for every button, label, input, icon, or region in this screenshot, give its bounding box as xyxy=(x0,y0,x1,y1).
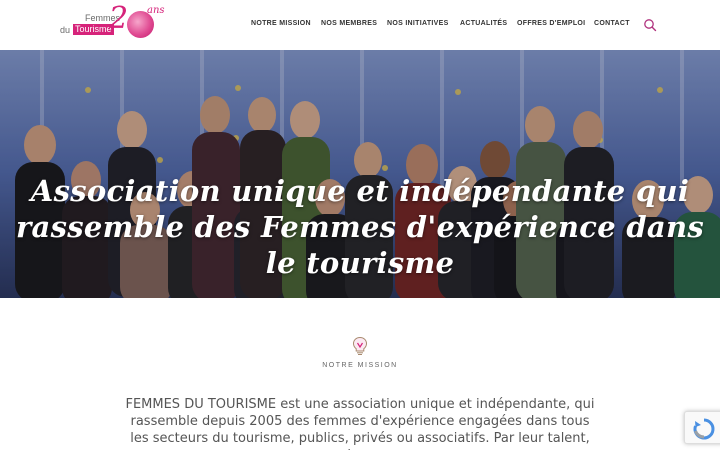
hero-banner: Association unique et indépendante qui r… xyxy=(0,50,720,298)
search-icon[interactable] xyxy=(643,18,657,32)
logo-twenty: 2 xyxy=(109,1,129,36)
mission-label: NOTRE MISSION xyxy=(322,362,398,369)
nav-actualites[interactable]: ACTUALITÉS xyxy=(460,20,507,32)
mission-text: FEMMES DU TOURISME est une association u… xyxy=(125,397,595,450)
recaptcha-icon xyxy=(693,418,715,440)
logo-du: du xyxy=(60,25,71,35)
site-logo[interactable]: Femmes du Tourisme 2 ans xyxy=(58,2,170,42)
nav-offres-emploi[interactable]: OFFRES D'EMPLOI xyxy=(517,20,585,32)
logo-ans: ans xyxy=(147,5,165,16)
nav-nos-membres[interactable]: NOS MEMBRES xyxy=(321,20,377,32)
lightbulb-icon xyxy=(351,336,369,356)
logo-tourisme: Tourisme xyxy=(73,24,114,35)
nav-contact[interactable]: CONTACT xyxy=(594,20,630,32)
nav-notre-mission[interactable]: NOTRE MISSION xyxy=(251,20,311,32)
nav-nos-initiatives[interactable]: NOS INITIATIVES xyxy=(387,20,449,32)
site-header: Femmes du Tourisme 2 ans NOTRE MISSION N… xyxy=(0,0,720,50)
recaptcha-badge[interactable] xyxy=(684,411,720,444)
hero-title: Association unique et indépendante qui r… xyxy=(15,174,705,280)
